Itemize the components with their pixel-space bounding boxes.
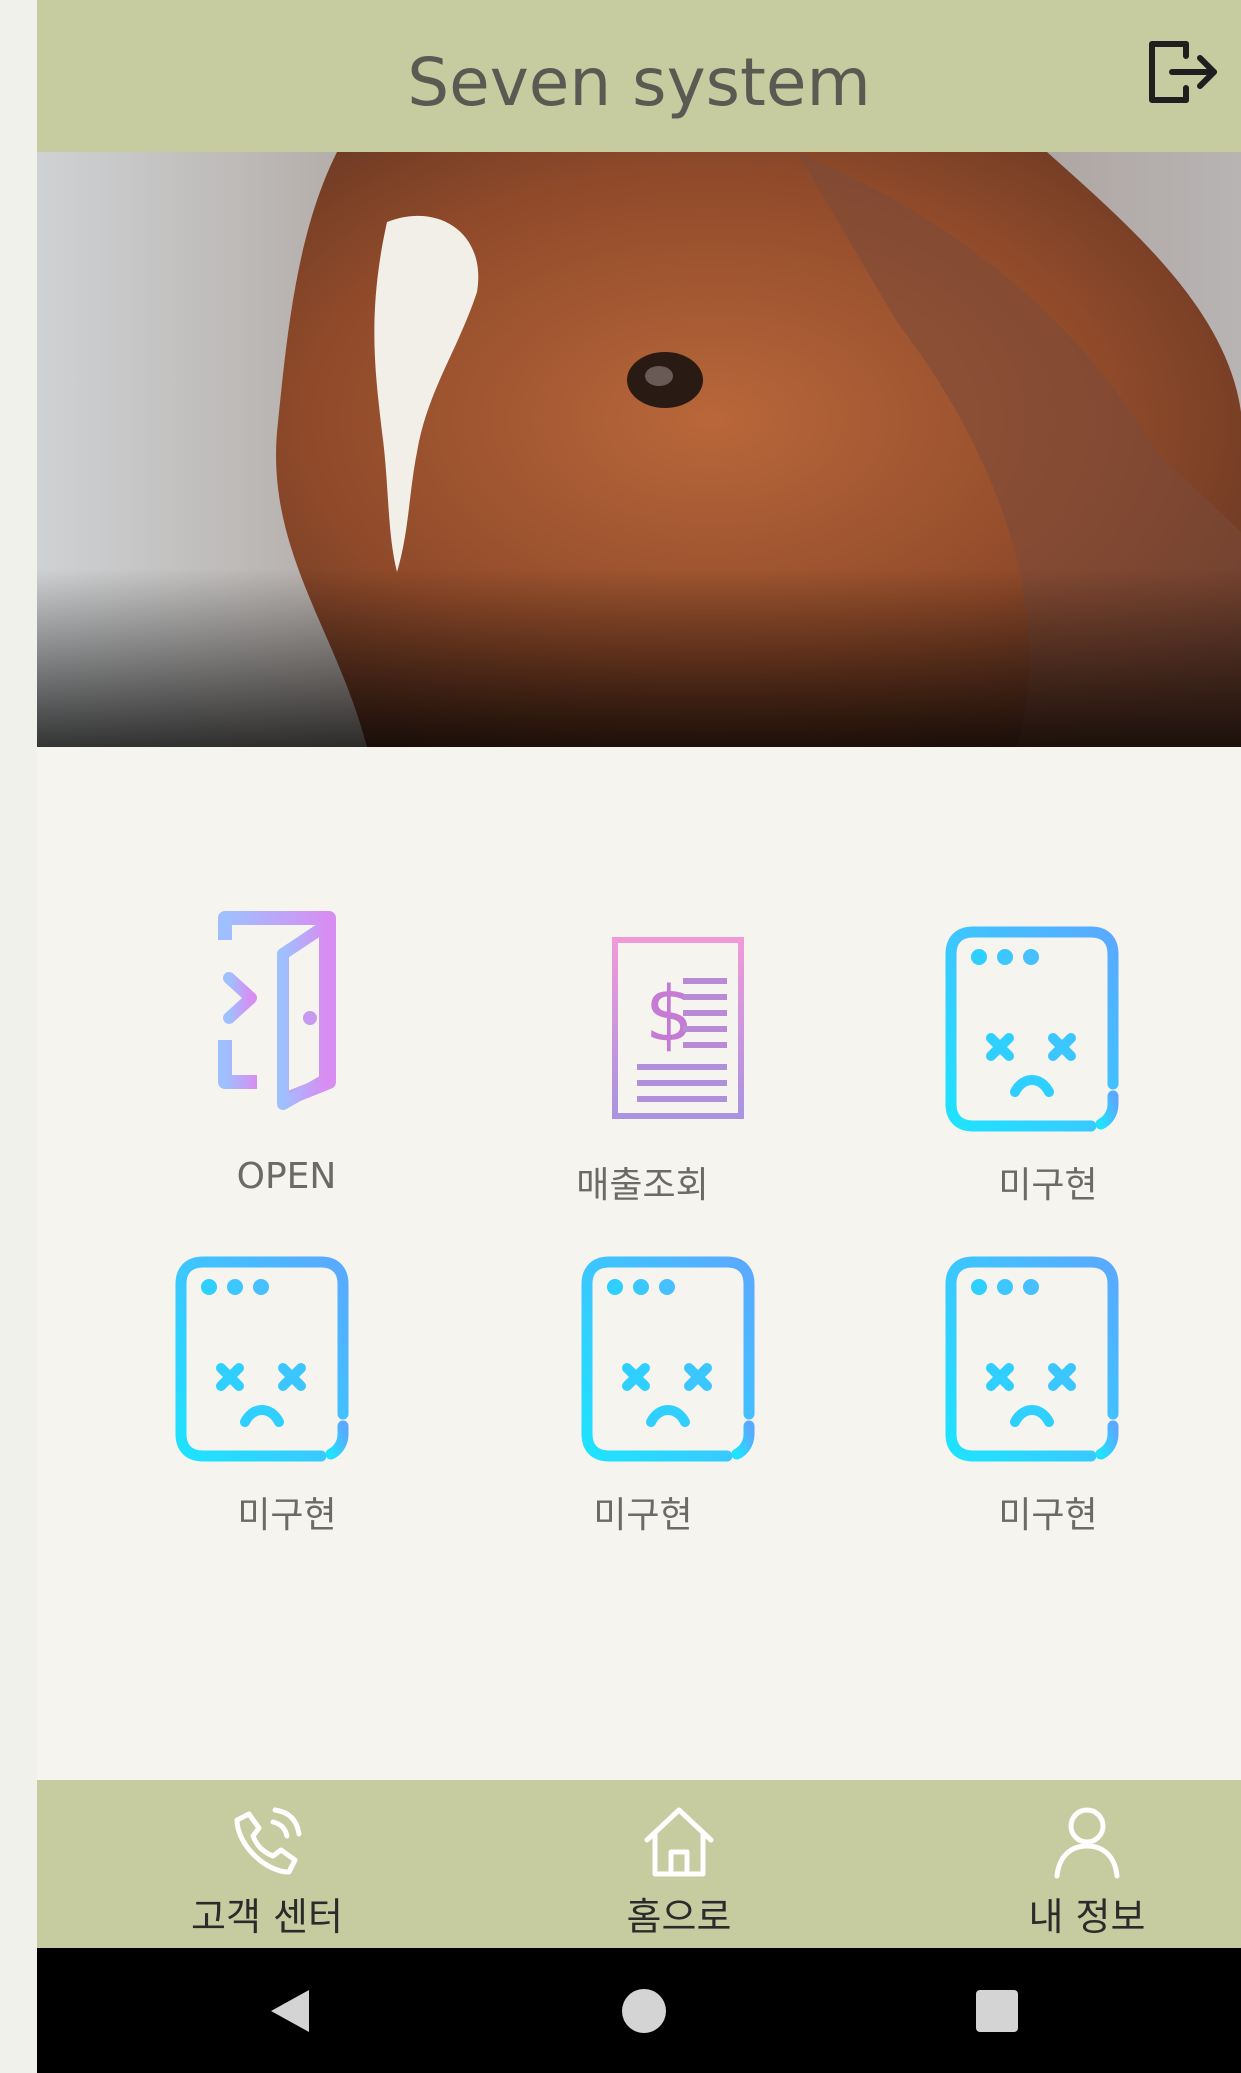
window-error-icon [945,926,1119,1132]
menu-item-label: 미구현 [998,1165,1098,1206]
menu-item-label: 미구현 [998,1495,1098,1536]
nav-label: 홈으로 [626,1895,732,1939]
phone-icon [234,1807,302,1875]
menu-item-sales-inquiry[interactable]: $ 매출조회 [497,900,797,1206]
page-title: Seven system [407,44,871,121]
bottom-navigation: 고객 센터 홈으로 내 정보 [37,1780,1241,1948]
image-carousel[interactable] [37,152,1241,747]
menu-item-label: 매출조회 [576,1165,709,1206]
menu-item-open[interactable]: OPEN [137,900,437,1197]
door-enter-icon [161,911,336,1110]
nav-label: 내 정보 [1028,1895,1146,1939]
recents-icon[interactable] [972,1986,1022,2040]
system-navigation-bar [37,1948,1241,2073]
nav-item-customer-center[interactable]: 고객 센터 [147,1780,387,1948]
menu-item-unimplemented[interactable]: 미구현 [137,1230,437,1536]
window-error-icon [581,1256,755,1462]
window-error-icon [175,1256,349,1462]
user-icon [1054,1807,1120,1879]
menu-item-unimplemented[interactable]: 미구현 [907,1230,1207,1536]
menu-item-label: 미구현 [237,1495,337,1536]
home-icon [644,1807,714,1877]
window-error-icon [945,1256,1119,1462]
nav-item-home[interactable]: 홈으로 [559,1780,799,1948]
menu-item-unimplemented[interactable]: 미구현 [907,900,1207,1206]
home-circle-icon[interactable] [619,1986,669,2040]
menu-item-label: OPEN [236,1156,337,1197]
back-icon[interactable] [265,1986,315,2040]
nav-label: 고객 센터 [191,1895,343,1939]
app-screen: Seven system OPEN $ 매출조회 미구현 미구현 미구현 미구현… [37,0,1241,2073]
menu-item-unimplemented[interactable]: 미구현 [497,1230,797,1536]
menu-item-label: 미구현 [593,1495,693,1536]
nav-item-my-info[interactable]: 내 정보 [967,1780,1207,1948]
horse-banner-image [37,152,1241,747]
logout-icon[interactable] [1142,30,1222,110]
app-header: Seven system [37,0,1241,152]
invoice-icon: $ [612,937,744,1119]
